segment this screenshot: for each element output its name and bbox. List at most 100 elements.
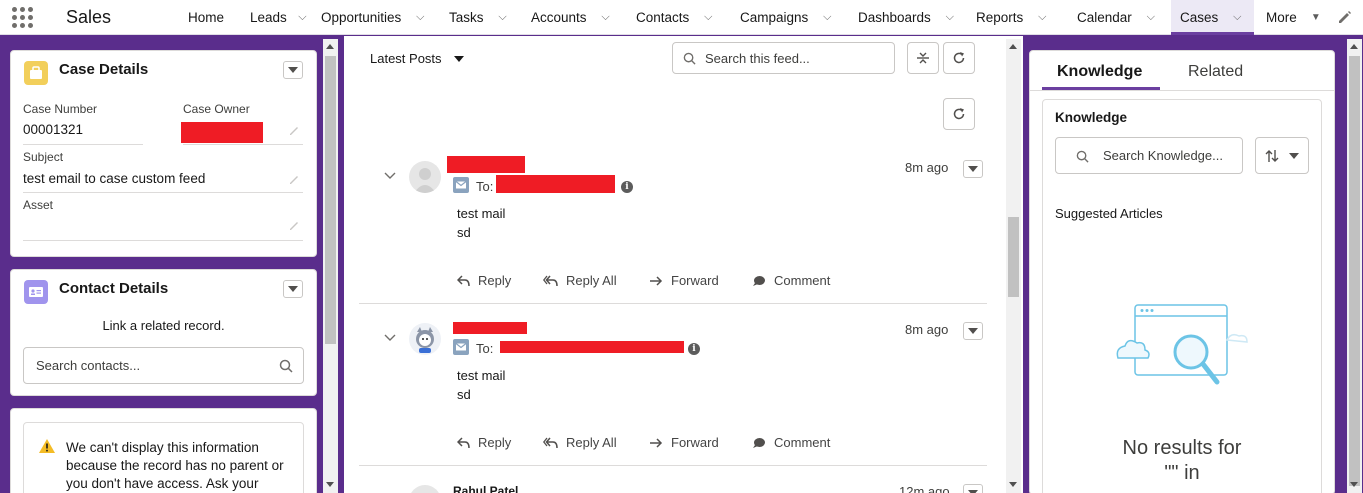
avatar[interactable] [409, 323, 441, 355]
sort-button[interactable] [1255, 137, 1309, 174]
right-scrollbar[interactable] [1347, 39, 1362, 493]
refresh-posts-button[interactable] [943, 98, 975, 130]
scroll-up-icon[interactable] [1350, 44, 1358, 49]
scrollbar-thumb[interactable] [325, 56, 336, 344]
post-timestamp[interactable]: 8m ago [905, 322, 948, 337]
nav-contacts[interactable]: Contacts ⌵ [627, 0, 731, 34]
contact-details-menu-button[interactable] [283, 280, 303, 298]
search-feed-input[interactable]: Search this feed... [672, 42, 895, 74]
chevron-down-icon[interactable] [384, 334, 396, 342]
scroll-up-icon[interactable] [1009, 44, 1017, 49]
refresh-button[interactable] [943, 42, 975, 74]
search-icon [683, 52, 696, 65]
scroll-down-icon[interactable] [326, 482, 334, 487]
scroll-down-icon[interactable] [1350, 482, 1358, 487]
scrollbar-thumb[interactable] [1349, 56, 1360, 486]
to-label: To: [476, 341, 494, 356]
author-name-redacted[interactable] [453, 322, 527, 334]
tab-related[interactable]: Related [1188, 63, 1243, 81]
latest-posts-label: Latest Posts [370, 51, 442, 66]
chevron-down-icon[interactable]: ⌵ [937, 0, 963, 35]
chevron-down-icon[interactable]: ⌵ [490, 0, 516, 35]
caret-down-icon[interactable]: ▼ [1303, 0, 1329, 35]
edit-pencil-icon[interactable] [289, 124, 301, 136]
chevron-down-icon[interactable]: ⌵ [1224, 0, 1250, 35]
search-contacts-input[interactable]: Search contacts... [23, 347, 304, 384]
forward-action[interactable]: Forward [649, 273, 719, 288]
forward-arrow-icon [650, 437, 663, 448]
forward-arrow-icon [650, 275, 663, 286]
nav-dashboards[interactable]: Dashboards ⌵ [849, 0, 967, 34]
nav-campaigns[interactable]: Campaigns ⌵ [731, 0, 849, 34]
chevron-down-icon[interactable]: ⌵ [1029, 0, 1055, 35]
nav-calendar[interactable]: Calendar ⌵ [1068, 0, 1171, 34]
feed-panel: Latest Posts Search this feed... To: i 8… [344, 36, 1023, 493]
knowledge-card: Knowledge Related Knowledge Search Knowl… [1029, 50, 1335, 493]
chevron-down-icon[interactable] [384, 172, 396, 180]
chevron-down-icon[interactable]: ⌵ [695, 0, 721, 35]
post-menu-button[interactable] [963, 322, 983, 340]
nav-leads[interactable]: Leads ⌵ [241, 0, 312, 34]
search-contacts-placeholder: Search contacts... [36, 358, 141, 373]
nav-cases[interactable]: Cases ⌵ [1171, 0, 1254, 35]
post-body-line: test mail [457, 368, 506, 383]
nav-tasks[interactable]: Tasks ⌵ [440, 0, 522, 34]
post-divider [359, 303, 987, 304]
feed-scrollbar[interactable] [1006, 39, 1021, 493]
scroll-up-icon[interactable] [326, 44, 334, 49]
knowledge-search-input[interactable]: Search Knowledge... [1055, 137, 1243, 174]
author-name[interactable]: Rahul Patel [453, 484, 518, 493]
author-name-redacted[interactable] [447, 156, 525, 173]
case-owner-label: Case Owner [183, 102, 250, 116]
chevron-down-icon[interactable]: ⌵ [593, 0, 619, 35]
case-details-card: Case Details Case Number 00001321 Case O… [10, 50, 317, 257]
post-menu-button[interactable] [963, 160, 983, 178]
chevron-down-icon[interactable]: ⌵ [814, 0, 840, 35]
post-timestamp[interactable]: 12m ago [899, 484, 950, 493]
reply-action[interactable]: Reply [457, 435, 511, 450]
nav-accounts[interactable]: Accounts ⌵ [522, 0, 627, 34]
nav-home[interactable]: Home [180, 0, 241, 34]
left-scrollbar[interactable] [323, 39, 338, 493]
suggested-articles-label: Suggested Articles [1055, 206, 1163, 221]
case-owner-redacted [181, 122, 263, 143]
info-icon[interactable]: i [621, 181, 633, 193]
chevron-down-icon[interactable]: ⌵ [1138, 0, 1164, 35]
scroll-down-icon[interactable] [1009, 482, 1017, 487]
collapse-all-button[interactable] [907, 42, 939, 74]
warning-icon [39, 439, 55, 453]
reply-action[interactable]: Reply [457, 273, 511, 288]
search-icon [279, 359, 293, 373]
edit-pencil-icon[interactable] [289, 173, 301, 185]
contact-details-card: Contact Details Link a related record. S… [10, 269, 317, 396]
tabs-divider [1030, 90, 1334, 91]
nav-more[interactable]: More ▼ [1254, 0, 1329, 34]
chevron-down-icon[interactable]: ⌵ [407, 0, 433, 35]
latest-posts-dropdown[interactable]: Latest Posts [370, 51, 464, 66]
tab-knowledge[interactable]: Knowledge [1057, 63, 1142, 81]
case-icon [24, 61, 48, 85]
avatar[interactable] [409, 161, 441, 193]
caret-down-icon [288, 286, 298, 292]
to-label: To: [476, 179, 494, 194]
nav-reports[interactable]: Reports ⌵ [967, 0, 1068, 34]
avatar[interactable] [409, 485, 441, 493]
app-launcher-icon[interactable] [0, 0, 44, 34]
nav-opportunities[interactable]: Opportunities ⌵ [312, 0, 440, 34]
chevron-down-icon[interactable]: ⌵ [293, 0, 312, 35]
no-results-text: No results for [1122, 437, 1242, 459]
reply-all-action[interactable]: Reply All [543, 273, 617, 288]
reply-all-action[interactable]: Reply All [543, 435, 617, 450]
comment-action[interactable]: Comment [752, 273, 830, 288]
forward-action[interactable]: Forward [649, 435, 719, 450]
post-menu-button[interactable] [963, 484, 983, 493]
post-timestamp[interactable]: 8m ago [905, 160, 948, 175]
reply-all-icon [543, 275, 558, 286]
scrollbar-thumb[interactable] [1008, 217, 1019, 297]
case-details-menu-button[interactable] [283, 61, 303, 79]
edit-pencil-icon[interactable] [289, 219, 301, 231]
case-number-label: Case Number [23, 102, 98, 116]
info-icon[interactable]: i [688, 343, 700, 355]
edit-nav-icon[interactable] [1337, 9, 1353, 25]
comment-action[interactable]: Comment [752, 435, 830, 450]
